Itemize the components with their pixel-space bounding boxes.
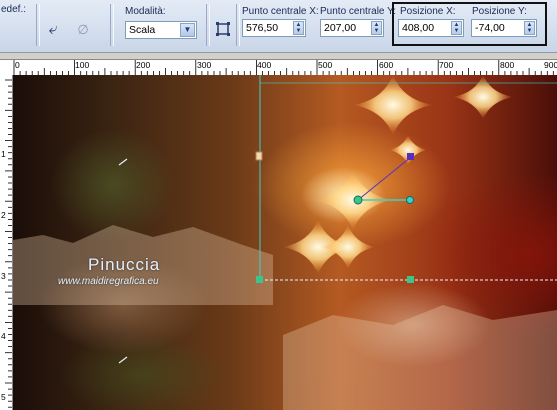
- ruler-label: 100: [75, 60, 90, 70]
- ruler-label: 2: [1, 210, 6, 220]
- center-x-field[interactable]: 576,50 ▲ ▼: [242, 19, 306, 37]
- center-y-field[interactable]: 207,00 ▲ ▼: [320, 19, 384, 37]
- pivot-handle[interactable]: [353, 195, 363, 205]
- watermark-url: www.maidiregrafica.eu: [58, 276, 159, 287]
- center-x-label: Punto centrale X:: [242, 6, 319, 17]
- side-handle-left[interactable]: [255, 151, 263, 161]
- ruler-label: 1: [1, 149, 6, 159]
- toolbar-separator: [110, 4, 114, 46]
- ruler-label: 900: [544, 60, 557, 70]
- mode-select-value: Scala: [129, 24, 156, 36]
- apply-icon[interactable]: ⤶: [42, 19, 64, 41]
- pos-x-field[interactable]: 408,00 ▲ ▼: [398, 19, 464, 37]
- corner-handle[interactable]: [256, 276, 263, 283]
- ruler-label: 400: [257, 60, 272, 70]
- pos-x-value: 408,00: [402, 22, 435, 34]
- spin-arrows-icon[interactable]: ▲ ▼: [451, 21, 462, 35]
- center-x-value: 576,50: [246, 22, 279, 34]
- bottom-handle[interactable]: [407, 276, 414, 283]
- transform-handles[interactable]: [255, 151, 414, 283]
- pos-y-field[interactable]: -74,00 ▲ ▼: [471, 19, 537, 37]
- star-sparkles: [283, 75, 513, 274]
- ruler-label: 300: [197, 60, 212, 70]
- ruler-ticks: [5, 79, 12, 408]
- preset-label: edef.:: [1, 4, 27, 15]
- deformation-mode-icon[interactable]: [212, 18, 234, 40]
- canvas-artwork: [13, 75, 557, 410]
- spin-arrows-icon[interactable]: ▲ ▼: [524, 21, 535, 35]
- pos-y-label: Posizione Y:: [472, 6, 527, 17]
- chevron-down-icon[interactable]: ▼: [180, 23, 195, 37]
- ruler-label: 3: [1, 271, 6, 281]
- toolbar-separator: [36, 4, 40, 46]
- ruler-label: 800: [500, 60, 515, 70]
- ruler-label: 700: [439, 60, 454, 70]
- rotation-handle[interactable]: [407, 153, 414, 160]
- vertical-ruler: 1 2 3 4 5: [0, 75, 13, 410]
- mode-label: Modalità:: [125, 6, 166, 17]
- ruler-label: 600: [379, 60, 394, 70]
- toolbar: edef.: ⤶ ∅ Modalità: Scala ▼ Punto centr…: [0, 0, 557, 53]
- reset-icon[interactable]: ∅: [72, 19, 94, 41]
- center-y-value: 207,00: [324, 22, 357, 34]
- ruler-label: 500: [318, 60, 333, 70]
- mode-select[interactable]: Scala ▼: [125, 21, 197, 39]
- image-canvas[interactable]: Pinuccia www.maidiregrafica.eu: [13, 75, 557, 410]
- pivot-arm-handle[interactable]: [406, 196, 414, 204]
- ruler-label: 0: [15, 60, 20, 70]
- center-y-label: Punto centrale Y:: [320, 6, 396, 17]
- horizontal-ruler: 0 100 200 300 400 500 600 700 800 900: [0, 59, 557, 76]
- spin-arrows-icon[interactable]: ▲ ▼: [293, 21, 304, 35]
- spin-arrows-icon[interactable]: ▲ ▼: [371, 21, 382, 35]
- watermark-name: Pinuccia: [88, 255, 161, 274]
- pos-y-value: -74,00: [475, 22, 505, 34]
- cloud-layer: [13, 225, 557, 410]
- ruler-label: 4: [1, 331, 6, 341]
- toolbar-separator: [236, 4, 240, 46]
- pos-x-label: Posizione X:: [400, 6, 456, 17]
- toolbar-separator: [206, 4, 210, 46]
- ruler-label: 200: [136, 60, 151, 70]
- ruler-label: 5: [1, 392, 6, 402]
